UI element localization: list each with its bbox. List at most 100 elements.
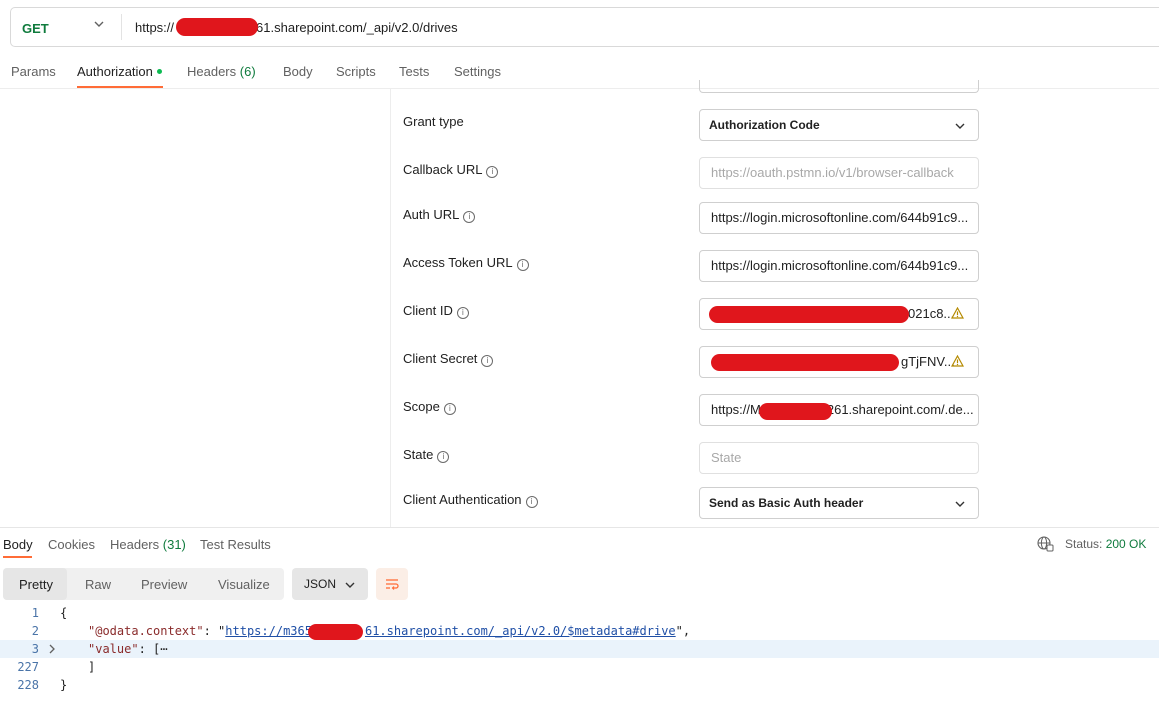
tab-body[interactable]: Body <box>283 64 313 79</box>
line-number: 2 <box>31 624 39 638</box>
info-icon[interactable]: i <box>443 403 456 415</box>
context-link[interactable]: https://m365 61.sharepoint.com/_api/v2.0/… <box>225 624 675 638</box>
active-tab-indicator <box>77 86 163 88</box>
response-tab-cookies[interactable]: Cookies <box>48 537 95 552</box>
line-number: 3 <box>31 642 39 656</box>
redaction-mark <box>709 306 909 323</box>
scope-input[interactable]: https://M 261.sharepoint.com/.de... <box>699 394 979 426</box>
response-tab-headers-label: Headers <box>110 537 160 552</box>
json-separator: : <box>203 624 219 638</box>
response-status: Status: 200 OK <box>1065 537 1146 551</box>
response-tab-headers-count: (31) <box>162 537 186 552</box>
status-label: Status: <box>1065 537 1103 551</box>
json-key: "@odata.context" <box>88 624 204 638</box>
tab-settings[interactable]: Settings <box>454 64 501 79</box>
request-tabs: Params Authorization Headers (6) Body Sc… <box>0 56 1159 89</box>
state-label: State i <box>403 447 450 463</box>
panel-divider <box>390 89 391 527</box>
client-id-value: 021c8... <box>908 306 955 321</box>
code-line: ] <box>88 660 96 674</box>
response-tab-headers[interactable]: Headers (31) <box>110 537 186 552</box>
grant-type-label: Grant type <box>403 114 464 129</box>
url-separator <box>121 14 122 40</box>
info-icon[interactable]: i <box>486 166 499 178</box>
response-tab-body[interactable]: Body <box>3 537 33 552</box>
scope-label-text: Scope <box>403 399 440 414</box>
callback-url-label-text: Callback URL <box>403 162 483 177</box>
access-token-url-input[interactable]: https://login.microsoftonline.com/644b91… <box>699 250 979 282</box>
view-mode-raw[interactable]: Raw <box>85 577 111 592</box>
grant-type-select[interactable]: Authorization Code <box>699 109 979 141</box>
link-suffix: 61.sharepoint.com/_api/v2.0/$metadata#dr… <box>364 624 676 638</box>
auth-url-label: Auth URL i <box>403 207 476 223</box>
line-number: 227 <box>17 660 39 674</box>
code-line: "value": [⋯ <box>88 642 167 656</box>
method-select[interactable]: GET <box>22 21 49 36</box>
client-auth-label: Client Authentication i <box>403 492 538 508</box>
client-secret-value: gTjFNV... <box>901 354 955 369</box>
scope-label: Scope i <box>403 399 456 415</box>
tab-tests[interactable]: Tests <box>399 64 429 79</box>
client-id-label: Client ID i <box>403 303 469 319</box>
redaction-mark <box>308 624 363 640</box>
redaction-mark <box>711 354 899 371</box>
highlighted-line <box>0 640 1159 658</box>
chevron-down-icon <box>955 123 965 129</box>
state-label-text: State <box>403 447 434 462</box>
tab-authorization-label: Authorization <box>77 64 153 79</box>
json-tail: ", <box>675 624 691 638</box>
field-clipped <box>699 80 979 93</box>
tab-authorization[interactable]: Authorization <box>77 64 162 79</box>
globe-icon[interactable] <box>1037 536 1054 552</box>
client-secret-label: Client Secret i <box>403 351 494 367</box>
view-mode-pretty[interactable]: Pretty <box>19 577 53 592</box>
info-icon[interactable]: i <box>463 211 476 223</box>
response-tab-test-results[interactable]: Test Results <box>200 537 271 552</box>
callback-url-label: Callback URL i <box>403 162 499 178</box>
state-input[interactable]: State <box>699 442 979 474</box>
info-icon[interactable]: i <box>437 451 450 463</box>
response-divider <box>0 527 1159 528</box>
code-line: } <box>60 678 68 692</box>
scope-value-prefix: https://M <box>711 402 761 417</box>
chevron-down-icon <box>345 582 355 588</box>
redaction-mark <box>759 403 832 420</box>
tab-headers-count: (6) <box>239 64 256 79</box>
info-icon[interactable]: i <box>456 307 469 319</box>
tab-params[interactable]: Params <box>11 64 56 79</box>
scope-value-suffix: 261.sharepoint.com/.de... <box>826 402 974 417</box>
access-token-url-label: Access Token URL i <box>403 255 529 271</box>
view-mode-visualize[interactable]: Visualize <box>218 577 270 592</box>
tab-headers-label: Headers <box>187 64 237 79</box>
line-number: 228 <box>17 678 39 692</box>
code-line: { <box>60 606 68 620</box>
json-rest: : [⋯ <box>138 642 168 656</box>
auth-url-label-text: Auth URL <box>403 207 460 222</box>
client-auth-select[interactable]: Send as Basic Auth header <box>699 487 979 519</box>
info-icon[interactable]: i <box>525 496 538 508</box>
url-prefix: https:// <box>135 20 175 35</box>
info-icon[interactable]: i <box>516 259 529 271</box>
chevron-right-icon[interactable] <box>47 643 57 655</box>
tab-headers[interactable]: Headers (6) <box>187 64 256 79</box>
modified-dot-icon <box>156 69 162 74</box>
redaction-mark <box>176 18 258 36</box>
url-suffix: 61.sharepoint.com/_api/v2.0/drives <box>256 20 458 35</box>
info-icon[interactable]: i <box>481 355 494 367</box>
tab-scripts[interactable]: Scripts <box>336 64 376 79</box>
auth-url-input[interactable]: https://login.microsoftonline.com/644b91… <box>699 202 979 234</box>
client-auth-value: Send as Basic Auth header <box>709 496 864 510</box>
format-value: JSON <box>304 577 337 591</box>
status-value: 200 OK <box>1105 537 1147 551</box>
chevron-down-icon[interactable] <box>93 18 105 30</box>
callback-url-input[interactable]: https://oauth.pstmn.io/v1/browser-callba… <box>699 157 979 189</box>
client-secret-label-text: Client Secret <box>403 351 478 366</box>
access-token-url-label-text: Access Token URL <box>403 255 513 270</box>
active-response-tab-indicator <box>3 556 32 558</box>
warning-icon <box>951 307 964 319</box>
format-select[interactable]: JSON <box>292 568 368 600</box>
wrap-lines-icon <box>386 579 399 590</box>
line-number: 1 <box>31 606 39 620</box>
view-mode-preview[interactable]: Preview <box>141 577 187 592</box>
wrap-lines-button[interactable] <box>376 568 408 600</box>
